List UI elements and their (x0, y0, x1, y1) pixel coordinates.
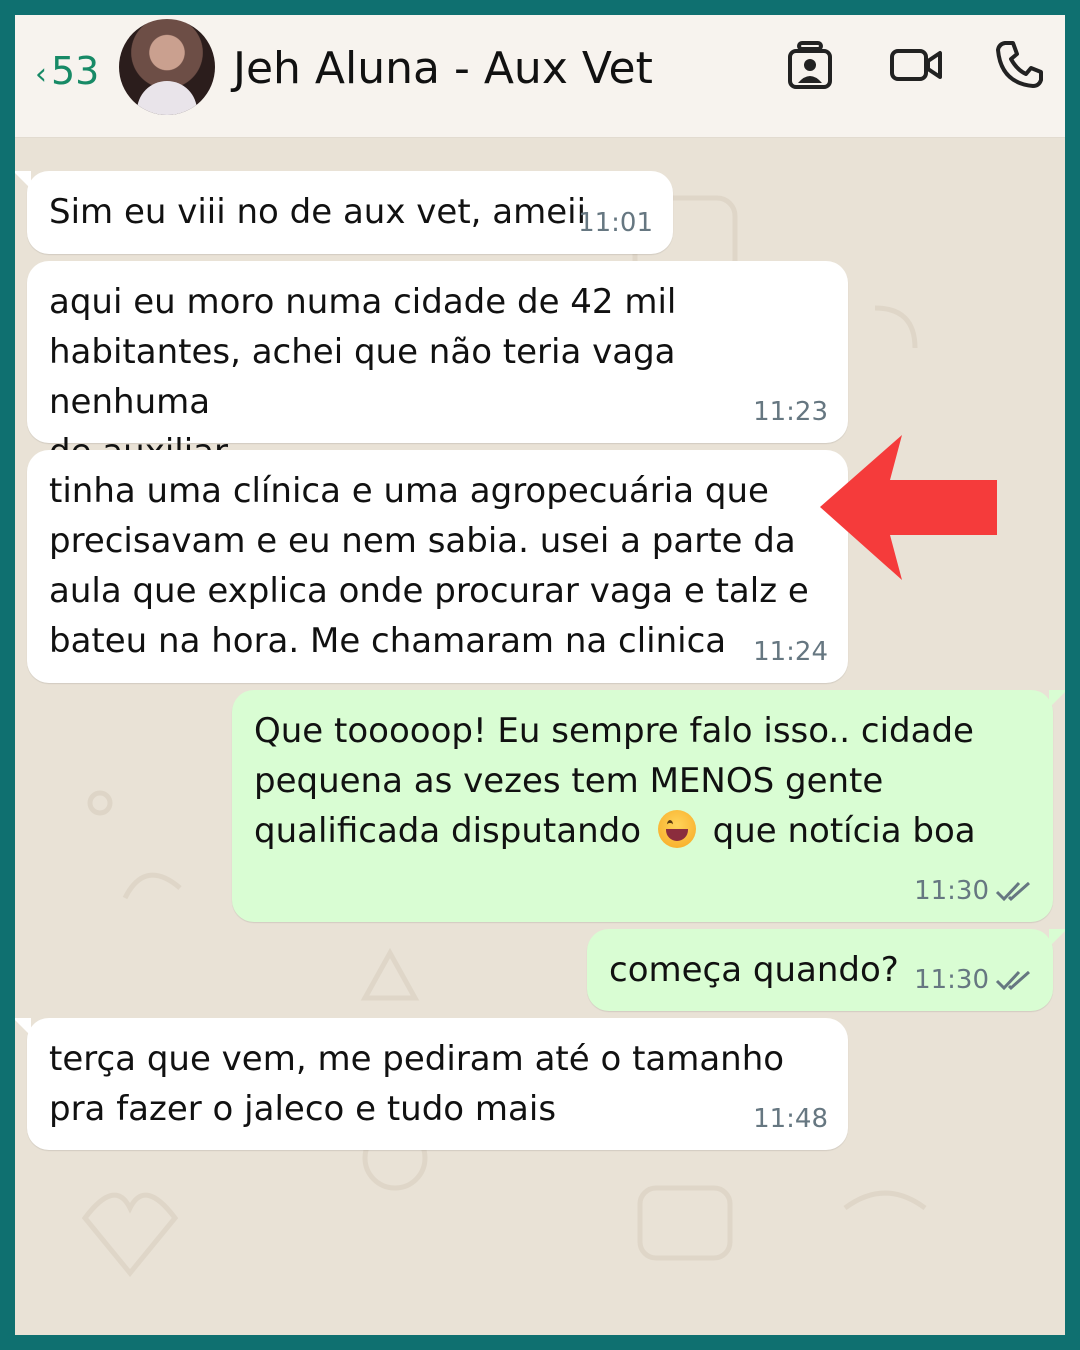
annotation-arrow-icon (820, 435, 997, 580)
message-time: 11:01 (578, 208, 653, 238)
incoming-message[interactable]: tinha uma clínica e uma agropecuária que… (27, 450, 848, 683)
chat-window: ‹ 53 Jeh Aluna - Aux Vet Sim eu viii no … (15, 15, 1065, 1335)
grinning-face-emoji-icon (657, 810, 696, 848)
contact-name[interactable]: Jeh Aluna - Aux Vet (233, 43, 653, 94)
message-time: 11:23 (753, 397, 828, 427)
incoming-message[interactable]: Sim eu viii no de aux vet, ameii 11:01 (15, 171, 673, 254)
contact-card-icon[interactable] (787, 41, 833, 95)
message-time: 11:48 (753, 1104, 828, 1134)
message-time: 11:30 (914, 866, 1033, 916)
message-text: Sim eu viii no de aux vet, ameii (49, 192, 587, 232)
message-text: terça que vem, me pediram até o tamanho … (49, 1039, 785, 1129)
video-call-icon[interactable] (889, 47, 943, 87)
message-text: Que tooooop! Eu sempre falo isso.. cidad… (254, 711, 976, 851)
double-check-icon (995, 970, 1030, 991)
chat-header: ‹ 53 Jeh Aluna - Aux Vet (15, 15, 1065, 138)
unread-count: 53 (51, 49, 100, 93)
message-time: 11:24 (753, 637, 828, 667)
avatar[interactable] (119, 19, 215, 115)
voice-call-icon[interactable] (995, 39, 1045, 93)
back-button[interactable]: ‹ 53 (35, 49, 99, 93)
chevron-left-icon: ‹ (35, 56, 47, 92)
outgoing-message[interactable]: Que tooooop! Eu sempre falo isso.. cidad… (232, 690, 1065, 922)
outgoing-message[interactable]: começa quando? 11:30 (587, 929, 1065, 1011)
double-check-icon (995, 881, 1030, 902)
message-time: 11:30 (914, 955, 1033, 1005)
message-text: tinha uma clínica e uma agropecuária que… (49, 471, 809, 661)
incoming-message[interactable]: aqui eu moro numa cidade de 42 mil habit… (27, 261, 848, 472)
message-text: aqui eu moro numa cidade de 42 mil habit… (49, 282, 677, 472)
incoming-message[interactable]: terça que vem, me pediram até o tamanho … (15, 1018, 848, 1150)
